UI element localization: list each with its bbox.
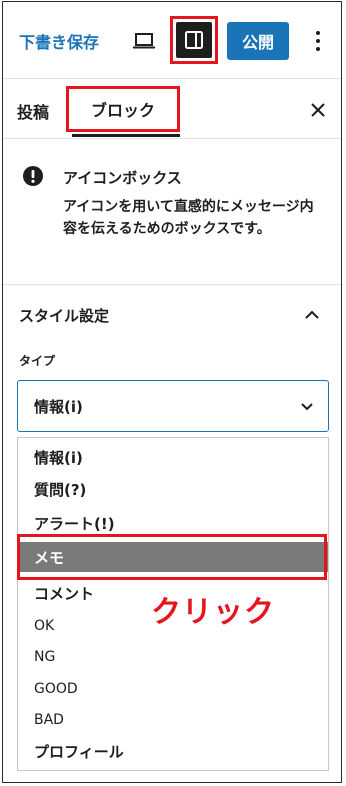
tab-block[interactable]: ブロック [91, 97, 155, 121]
option-alert[interactable]: アラート(!) [18, 508, 328, 538]
click-annotation: クリック [151, 595, 275, 630]
close-icon [311, 103, 325, 117]
tab-post[interactable]: 投稿 [17, 99, 49, 123]
alert-circle-icon [23, 166, 43, 186]
option-bad[interactable]: BAD [18, 705, 328, 735]
active-tab-indicator [72, 134, 180, 137]
block-card: アイコンボックス アイコンを用いて直感的にメッセージ内容を伝えるためのボックスで… [3, 139, 341, 285]
option-profile[interactable]: プロフィール [18, 736, 328, 766]
block-title: アイコンボックス [63, 169, 182, 187]
chevron-down-icon [301, 403, 313, 411]
option-ng[interactable]: NG [18, 642, 328, 672]
type-select-value: 情報(i) [34, 397, 83, 416]
publish-button[interactable]: 公開 [227, 22, 289, 60]
sidebar-toggle-button[interactable] [176, 22, 212, 58]
tab-block-highlight: ブロック [66, 86, 180, 132]
close-sidebar-button[interactable] [307, 99, 329, 121]
type-label: タイプ [19, 354, 56, 368]
style-settings-heading[interactable]: スタイル設定 [19, 305, 109, 326]
save-draft-button[interactable]: 下書き保存 [19, 29, 99, 53]
option-good[interactable]: GOOD [18, 674, 328, 704]
collapse-panel-button[interactable] [303, 306, 321, 324]
sidebar-toggle-icon [185, 31, 203, 49]
sidebar-tabs: 投稿 ブロック [3, 79, 341, 139]
type-select[interactable]: 情報(i) [17, 380, 329, 432]
preview-icon [133, 33, 155, 49]
option-question[interactable]: 質問(?) [18, 474, 328, 504]
chevron-up-icon [305, 310, 319, 319]
settings-sidebar: 下書き保存 公開 投稿 ブロック アイコンボックス アイコンを用いて直感的にメッ… [2, 1, 342, 783]
block-description: アイコンを用いて直感的にメッセージ内容を伝えるためのボックスです。 [63, 199, 314, 237]
preview-button[interactable] [129, 26, 159, 56]
option-memo[interactable]: メモ [18, 542, 328, 572]
option-info[interactable]: 情報(i) [18, 442, 328, 472]
sidebar-toggle-highlight [170, 16, 218, 64]
more-options-icon[interactable] [306, 26, 330, 56]
editor-toolbar: 下書き保存 公開 [3, 2, 341, 79]
